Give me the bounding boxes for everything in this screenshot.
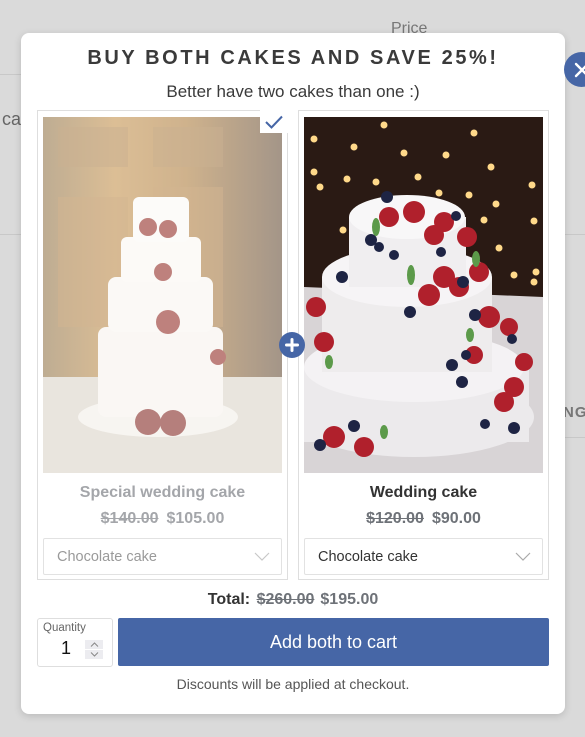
chevron-down-icon (254, 552, 270, 561)
background-text-fragment: ca (2, 109, 22, 129)
product-image[interactable] (43, 117, 282, 473)
plus-separator (279, 332, 305, 358)
selected-checkbox[interactable] (260, 110, 288, 133)
background-button-fragment: NG (563, 404, 585, 421)
quantity-label: Quantity (43, 622, 86, 634)
quantity-field[interactable]: Quantity 1 (37, 618, 113, 667)
variant-value: Chocolate cake (318, 548, 418, 565)
total-original-price: $260.00 (256, 591, 315, 608)
discounted-price: $105.00 (166, 510, 225, 527)
discount-note: Discounts will be applied at checkout. (176, 676, 410, 692)
quantity-input[interactable]: 1 (61, 638, 71, 659)
total-label: Total: (207, 591, 251, 608)
plus-icon (285, 338, 299, 352)
modal-title: BUY BOTH CAKES AND SAVE 25%! (87, 47, 499, 69)
bundle-total: Total: $260.00 $195.00 (21, 591, 565, 609)
product-prices: $120.00 $90.00 (299, 510, 548, 528)
chevron-up-icon (90, 642, 98, 647)
original-price: $140.00 (100, 510, 159, 527)
product-image[interactable] (304, 117, 543, 473)
product-prices: $140.00 $105.00 (38, 510, 287, 528)
increment-button[interactable] (85, 640, 103, 649)
original-price: $120.00 (366, 510, 424, 527)
decrement-button[interactable] (85, 650, 103, 659)
add-both-to-cart-button[interactable]: Add both to cart (118, 618, 549, 666)
checkmark-icon (265, 115, 283, 129)
modal-subtitle: Better have two cakes than one :) (166, 82, 420, 101)
bundle-modal: BUY BOTH CAKES AND SAVE 25%! Better have… (21, 33, 585, 714)
total-discounted-price: $195.00 (320, 591, 379, 608)
product-name: Wedding cake (369, 484, 478, 501)
variant-select[interactable]: Chocolate cake (43, 538, 282, 575)
product-card-wedding-cake[interactable]: Wedding cake $120.00 $90.00 Chocolate cak… (298, 110, 549, 580)
variant-select[interactable]: Chocolate cake (304, 538, 543, 575)
close-icon (574, 62, 585, 77)
quantity-stepper[interactable] (85, 640, 103, 659)
product-card-special-wedding-cake[interactable]: Special wedding cake $140.00 $105.00 Choc… (37, 110, 288, 580)
variant-value: Chocolate cake (57, 548, 157, 565)
chevron-down-icon (90, 652, 98, 657)
berry-cake-image (304, 117, 543, 473)
wedding-cake-image (43, 117, 282, 473)
product-name: Special wedding cake (79, 484, 246, 501)
discounted-price: $90.00 (431, 510, 481, 527)
chevron-down-icon (515, 552, 531, 561)
